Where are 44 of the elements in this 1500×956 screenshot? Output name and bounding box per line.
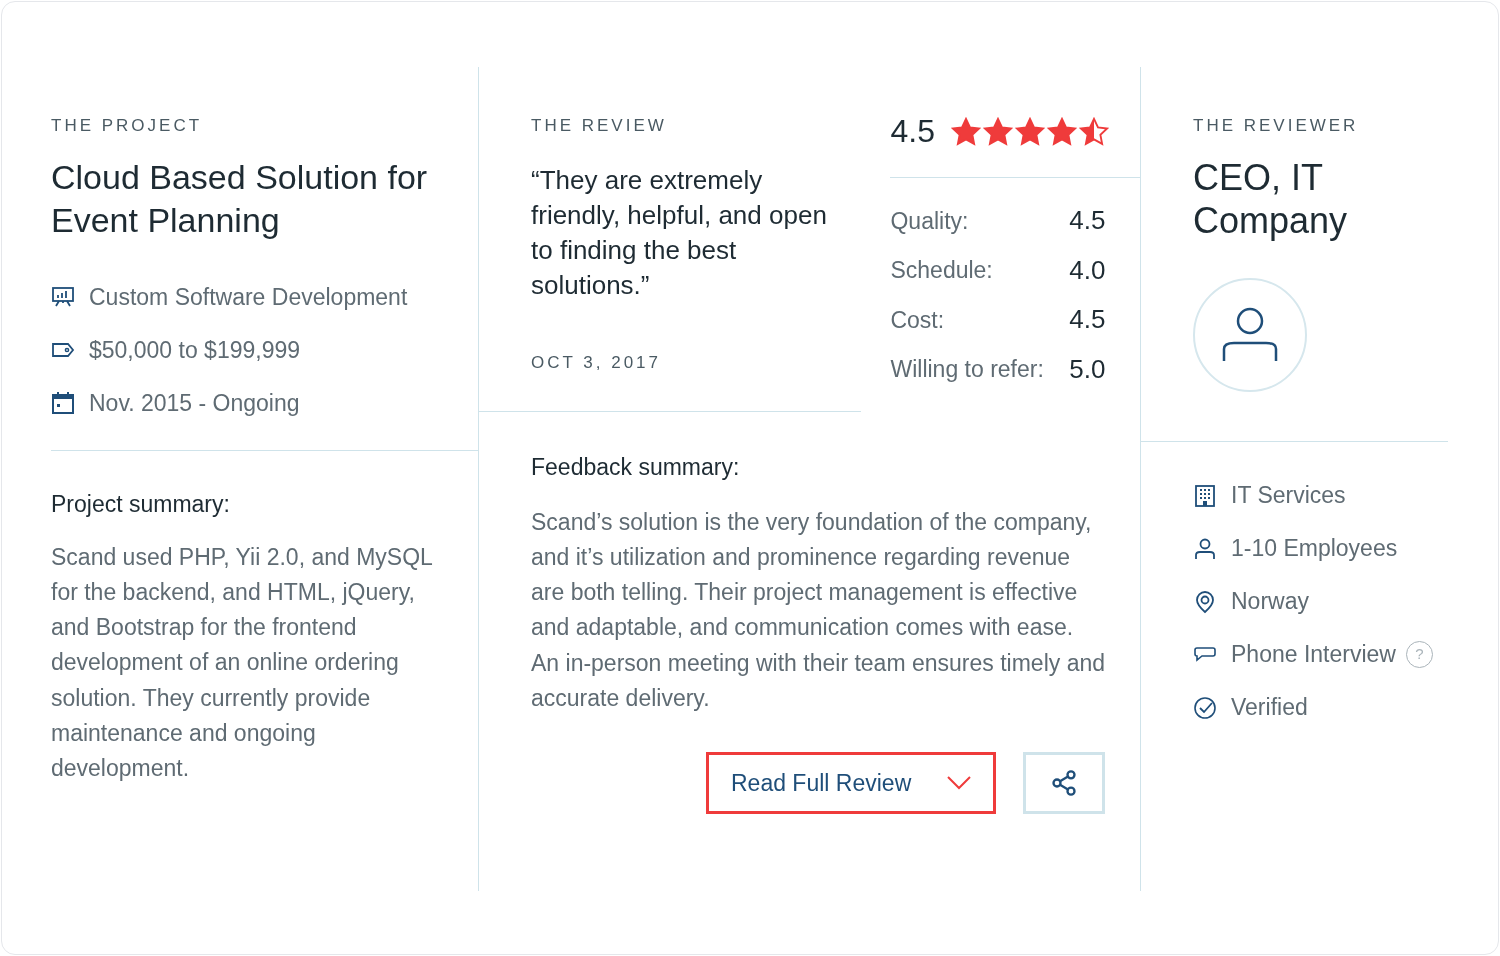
score-value: 4.0 — [1069, 253, 1106, 287]
person-icon — [1193, 536, 1217, 561]
fact-text: IT Services — [1231, 481, 1346, 511]
feedback-heading: Feedback summary: — [531, 453, 741, 482]
overall-rating: 4.5 — [890, 112, 935, 151]
score-value: 4.5 — [1069, 204, 1106, 238]
calendar-icon — [51, 391, 75, 415]
section-label: THE REVIEWER — [1193, 115, 1360, 137]
score-label: Cost: — [890, 305, 945, 335]
section-label: THE PROJECT — [51, 115, 204, 137]
reviewer-title: CEO, IT Company — [1193, 155, 1349, 242]
review-date: OCT 3, 2017 — [531, 351, 663, 374]
read-review-button[interactable]: Read Full Review — [706, 752, 996, 815]
fact-text: Nov. 2015 - Ongoing — [89, 388, 300, 418]
fact-text: Norway — [1231, 587, 1309, 617]
share-icon — [1050, 769, 1078, 798]
check-circle-icon — [1193, 695, 1217, 720]
summary-text: Scand used PHP, Yii 2.0, and MySQL for the backend, and HTML, jQuery, and Bootstrap for the frontend development of an online ordering solution. They currently provide maintenance and ongoing development. — [51, 542, 433, 784]
star-icon — [1014, 117, 1045, 147]
star-icon — [982, 117, 1013, 147]
share-button[interactable] — [1023, 752, 1105, 815]
chevron-down-icon — [947, 776, 971, 791]
score-label: Willing to refer: — [890, 355, 1044, 384]
map-pin-icon — [1193, 589, 1217, 614]
summary-heading: Project summary: — [51, 490, 231, 519]
fact-text: Custom Software Development — [89, 282, 408, 312]
project-title: Cloud Based Solution for Event Planning — [51, 156, 429, 241]
score-value: 4.5 — [1069, 303, 1106, 337]
fact-text: 1-10 Employees — [1231, 534, 1398, 564]
star-icon — [950, 117, 981, 147]
section-label: THE REVIEW — [531, 115, 668, 137]
fact-text: Verified — [1231, 693, 1308, 723]
score-value: 5.0 — [1069, 352, 1106, 386]
half-star-icon — [1078, 117, 1109, 147]
star-icon — [1046, 117, 1077, 147]
fact-text: $50,000 to $199,999 — [89, 335, 301, 365]
building-icon — [1193, 483, 1217, 508]
score-label: Schedule: — [890, 256, 993, 285]
person-icon — [1222, 306, 1278, 363]
review-quote: “They are extremely friendly, helpful, and open to finding the best solutions.” — [531, 163, 828, 303]
feedback-text: Scand’s solution is the very foundation of the company, and it’s utilization and prominence regarding revenue are both telling. Their project management is effective and adaptable, and communication comes with ease. An in-person meeting with their team ensures timely and accurate delivery. — [531, 507, 1106, 713]
presentation-icon — [51, 285, 75, 309]
score-label: Quality: — [890, 206, 969, 236]
fact-text: Phone Interview — [1231, 640, 1396, 670]
